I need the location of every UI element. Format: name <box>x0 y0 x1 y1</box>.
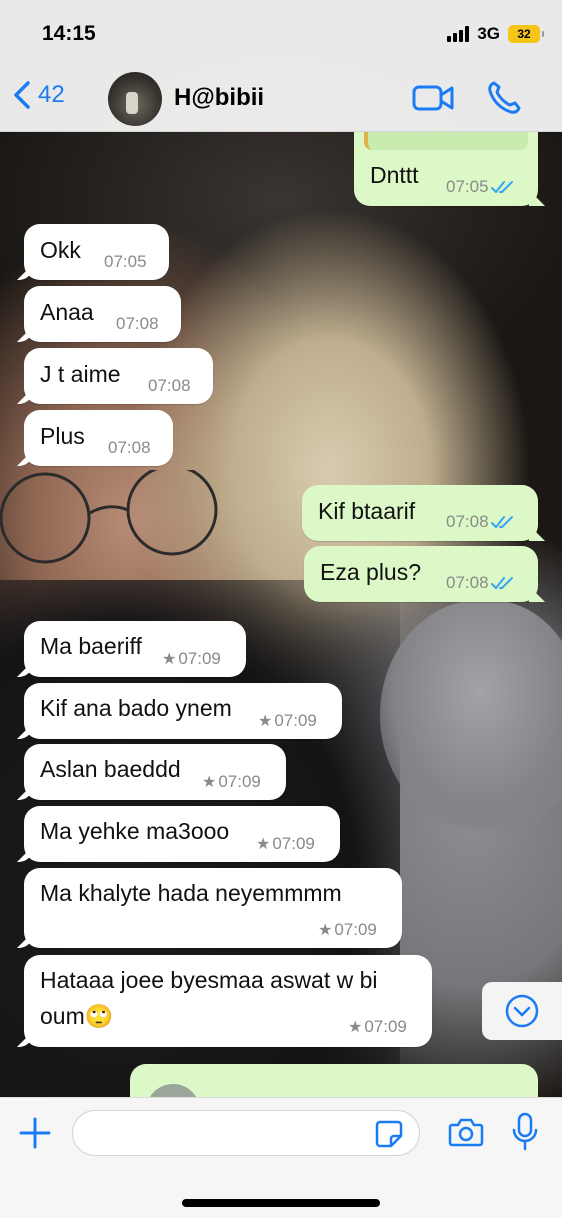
status-time: 14:15 <box>42 22 96 45</box>
network-label: 3G <box>477 24 500 43</box>
contact-avatar[interactable] <box>108 72 162 126</box>
camera-icon[interactable] <box>448 1116 484 1148</box>
star-icon: ★ <box>348 1019 363 1036</box>
message-time: 07:08 <box>108 438 151 457</box>
message-bubble-incoming[interactable]: Ma khalyte hada neyemmmm ★ 07:09 <box>24 868 402 948</box>
plus-icon[interactable] <box>18 1116 52 1150</box>
message-time: 07:09 <box>178 649 221 668</box>
sticker-icon[interactable] <box>374 1119 404 1149</box>
message-time: 07:05 <box>104 252 147 271</box>
home-indicator <box>182 1199 380 1207</box>
message-time: 07:08 <box>446 512 489 531</box>
contact-name[interactable]: H@bibii <box>174 84 264 112</box>
message-text: Ma khalyte hada neyemmmm <box>40 880 342 906</box>
message-meta: ★ 07:09 <box>162 649 221 669</box>
status-indicators: 3G 32 <box>447 24 544 44</box>
message-meta: ★ 07:09 <box>258 711 317 731</box>
message-meta: 07:08 <box>446 512 515 532</box>
chevron-down-circle-icon <box>505 994 539 1028</box>
message-input[interactable] <box>72 1110 420 1156</box>
chevron-left-icon <box>14 81 30 109</box>
star-icon: ★ <box>318 922 333 939</box>
message-bubble-outgoing[interactable]: Kif btaarif 07:08 <box>302 485 538 541</box>
message-text: Ma baeriff <box>40 633 142 659</box>
message-meta: 07:08 <box>446 573 515 593</box>
star-icon: ★ <box>162 651 177 668</box>
message-text: Dnttt <box>370 162 419 188</box>
unread-count: 42 <box>38 81 65 108</box>
quoted-reply-preview <box>364 132 528 150</box>
message-text-line-1: Hataaa joee byesmaa aswat w bi <box>40 967 378 993</box>
message-text: Okk <box>40 237 81 263</box>
message-bubble-incoming[interactable]: Plus 07:08 <box>24 410 173 466</box>
message-bubble-incoming[interactable]: Kif ana bado ynem ★ 07:09 <box>24 683 342 739</box>
message-text-line-2: oum🙄 <box>40 1003 114 1029</box>
message-meta: 07:05 <box>446 177 515 197</box>
read-ticks-icon <box>490 577 513 590</box>
message-time: 07:09 <box>364 1017 407 1036</box>
phone-call-icon[interactable] <box>486 80 522 116</box>
signal-icon <box>447 26 470 42</box>
message-time: 07:09 <box>274 711 317 730</box>
message-text: Kif ana bado ynem <box>40 695 232 721</box>
message-bubble-incoming[interactable]: Anaa 07:08 <box>24 286 181 342</box>
battery-icon: 32 <box>508 25 544 43</box>
star-icon: ★ <box>258 713 273 730</box>
read-ticks-icon <box>490 516 513 529</box>
message-text: Kif btaarif <box>318 498 416 524</box>
star-icon: ★ <box>256 836 271 853</box>
wallpaper-glasses <box>0 470 218 564</box>
video-call-icon[interactable] <box>412 82 454 114</box>
message-meta: ★ 07:09 <box>318 920 377 940</box>
message-time: 07:08 <box>446 573 489 592</box>
message-bubble-incoming[interactable]: Aslan baeddd ★ 07:09 <box>24 744 286 800</box>
message-bubble-incoming[interactable]: J t aime 07:08 <box>24 348 213 404</box>
scroll-to-bottom-button[interactable] <box>482 982 562 1040</box>
message-bubble-incoming[interactable]: Hataaa joee byesmaa aswat w bi oum🙄 ★ 07… <box>24 955 432 1047</box>
wallpaper-cat <box>380 600 562 830</box>
message-text: Ma yehke ma3ooo <box>40 818 230 844</box>
back-button[interactable]: 42 <box>12 80 65 110</box>
message-text: J t aime <box>40 361 121 387</box>
star-icon: ★ <box>202 774 217 791</box>
message-time: 07:09 <box>334 920 377 939</box>
message-meta: ★ 07:09 <box>256 834 315 854</box>
message-text: Aslan baeddd <box>40 756 181 782</box>
message-composer <box>0 1097 562 1218</box>
message-bubble-outgoing[interactable]: Dnttt 07:05 <box>354 132 538 206</box>
message-text: Plus <box>40 423 85 449</box>
message-bubble-incoming[interactable]: Ma yehke ma3ooo ★ 07:09 <box>24 806 340 862</box>
message-meta: ★ 07:09 <box>202 772 261 792</box>
chat-header: 14:15 3G 32 42 H@bibii <box>0 0 562 132</box>
microphone-icon[interactable] <box>510 1112 540 1152</box>
message-text: Eza plus? <box>320 559 422 585</box>
message-time: 07:05 <box>446 177 489 196</box>
message-meta: ★ 07:09 <box>348 1017 407 1037</box>
message-time: 07:08 <box>148 376 191 395</box>
message-bubble-outgoing[interactable]: Eza plus? 07:08 <box>304 546 538 602</box>
message-time: 07:09 <box>272 834 315 853</box>
battery-level: 32 <box>517 27 531 41</box>
message-text: Anaa <box>40 299 94 325</box>
message-time: 07:09 <box>218 772 261 791</box>
read-ticks-icon <box>490 181 513 194</box>
message-bubble-incoming[interactable]: Ma baeriff ★ 07:09 <box>24 621 246 677</box>
message-bubble-incoming[interactable]: Okk 07:05 <box>24 224 169 280</box>
message-time: 07:08 <box>116 314 159 333</box>
